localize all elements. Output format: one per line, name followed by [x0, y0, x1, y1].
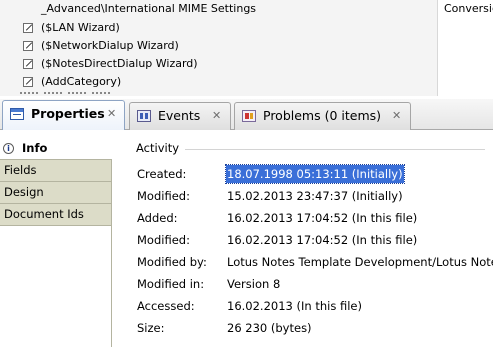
list-item-label: ($LAN Wizard) — [41, 21, 120, 34]
close-icon[interactable]: ✕ — [392, 103, 401, 129]
close-icon[interactable]: ✕ — [212, 103, 221, 129]
tab-label: Problems (0 items) — [263, 108, 382, 123]
info-label: Modified: — [137, 233, 190, 247]
conversion-column: Conversic — [437, 0, 493, 96]
design-element-icon — [23, 41, 33, 51]
problems-icon — [242, 110, 256, 122]
info-row-accessed: Accessed: 16.02.2013 (In this file) — [137, 297, 493, 315]
view-tab-bar: Properties ✕ Events ✕ Problems (0 items)… — [0, 99, 493, 130]
info-value-accessed[interactable]: 16.02.2013 (In this file) — [227, 297, 362, 315]
side-tab-label: Design — [4, 185, 44, 199]
side-tab-fields[interactable]: Fields — [0, 160, 112, 182]
list-item[interactable]: ($LAN Wizard) — [0, 19, 437, 37]
list-item-label: ($NotesDirectDialup Wizard) — [41, 57, 198, 70]
list-item-label: _Advanced\International MIME Settings — [41, 2, 257, 15]
info-value-modified[interactable]: 15.02.2013 23:47:37 (Initially) — [227, 187, 403, 205]
side-tab-design[interactable]: Design — [0, 182, 112, 204]
info-row-modified-in: Modified in: Version 8 — [137, 275, 493, 293]
properties-side-tabs: i Info Fields Design Document Ids — [0, 138, 112, 347]
tab-problems[interactable]: Problems (0 items) ✕ — [234, 102, 411, 130]
side-tab-label: Document Ids — [4, 207, 84, 221]
info-value-created[interactable]: 18.07.1998 05:13:11 (Initially) — [225, 164, 405, 184]
properties-icon — [10, 108, 24, 120]
info-label: Modified by: — [137, 255, 207, 269]
design-element-icon — [23, 23, 33, 33]
list-item-label: (AddCategory) — [41, 75, 122, 88]
tab-label: Events — [158, 108, 201, 123]
tab-properties[interactable]: Properties ✕ — [2, 100, 125, 130]
column-header-conversion: Conversic — [444, 2, 493, 15]
info-row-added: Added: 16.02.2013 17:04:52 (In this file… — [137, 209, 493, 227]
info-label: Added: — [137, 211, 178, 225]
list-item[interactable]: _Advanced\International MIME Settings — [0, 0, 437, 18]
tab-label: Properties — [31, 106, 105, 121]
info-label: Modified: — [137, 189, 190, 203]
events-icon — [137, 110, 151, 122]
section-divider — [185, 149, 485, 150]
side-tabs-filler — [0, 226, 112, 347]
info-row-modified-by: Modified by: Lotus Notes Template Develo… — [137, 253, 493, 271]
design-name-column: _Advanced\International MIME Settings ($… — [0, 0, 437, 96]
info-value-modified-by[interactable]: Lotus Notes Template Development/Lotus N… — [227, 253, 493, 271]
info-row-modified: Modified: 15.02.2013 23:47:37 (Initially… — [137, 187, 493, 205]
list-item[interactable]: (AddCategory) — [0, 73, 437, 91]
close-icon[interactable]: ✕ — [107, 101, 116, 127]
info-row-size: Size: 26 230 (bytes) — [137, 319, 493, 337]
info-label: Accessed: — [137, 299, 195, 313]
tab-events[interactable]: Events ✕ — [129, 102, 231, 130]
design-element-icon — [23, 59, 33, 69]
list-item-partial — [20, 92, 140, 96]
info-value-modified-in[interactable]: Version 8 — [227, 275, 280, 293]
design-element-icon — [23, 77, 33, 87]
info-value-size[interactable]: 26 230 (bytes) — [227, 319, 312, 337]
info-label: Size: — [137, 321, 165, 335]
side-tab-info[interactable]: i Info — [0, 138, 112, 160]
info-value-added[interactable]: 16.02.2013 17:04:52 (In this file) — [227, 209, 417, 227]
list-item[interactable]: ($NetworkDialup Wizard) — [0, 37, 437, 55]
side-tab-label: Info — [22, 141, 48, 155]
side-tab-label: Fields — [4, 163, 37, 177]
side-tab-document-ids[interactable]: Document Ids — [0, 204, 112, 226]
info-value-modified-in-file[interactable]: 16.02.2013 17:04:52 (In this file) — [227, 231, 417, 249]
info-icon: i — [3, 143, 14, 154]
design-element-list[interactable]: _Advanced\International MIME Settings ($… — [0, 0, 493, 96]
info-label: Created: — [137, 167, 187, 181]
list-item-label: ($NetworkDialup Wizard) — [41, 39, 179, 52]
list-item[interactable]: ($NotesDirectDialup Wizard) — [0, 55, 437, 73]
section-title-activity: Activity — [136, 141, 180, 155]
info-row-created: Created: 18.07.1998 05:13:11 (Initially) — [137, 164, 493, 184]
info-panel: Activity Created: 18.07.1998 05:13:11 (I… — [113, 131, 493, 347]
info-label: Modified in: — [137, 277, 205, 291]
info-row-modified-in-file: Modified: 16.02.2013 17:04:52 (In this f… — [137, 231, 493, 249]
